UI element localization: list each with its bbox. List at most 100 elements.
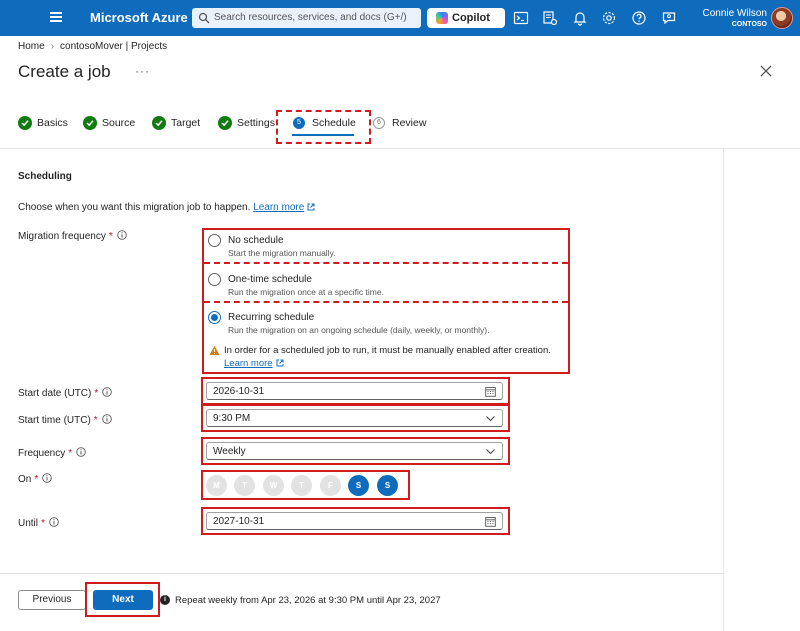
- on-label: On *: [18, 473, 53, 485]
- field-label-text: On: [18, 474, 32, 485]
- radio-button[interactable]: [208, 311, 221, 324]
- chevron-down-icon: [486, 449, 495, 455]
- search-input[interactable]: Search resources, services, and docs (G+…: [192, 8, 421, 28]
- previous-button[interactable]: Previous: [18, 590, 86, 610]
- intro-text: Choose when you want this migration job …: [18, 202, 315, 213]
- radio-description: Run the migration on an ongoing schedule…: [228, 325, 490, 335]
- radio-title: Recurring schedule: [228, 312, 315, 323]
- step-complete-icon: [18, 116, 32, 130]
- user-org[interactable]: CONTOSO: [696, 21, 767, 28]
- day-toggle-tuesday[interactable]: T: [234, 475, 255, 496]
- day-toggle-saturday[interactable]: S: [348, 475, 369, 496]
- start-date-field[interactable]: 2026-10-31: [206, 382, 503, 400]
- field-label-text: Start time (UTC): [18, 415, 91, 426]
- learn-more-link[interactable]: Learn more: [253, 202, 304, 213]
- step-complete-icon: [83, 116, 97, 130]
- learn-more-label: Learn more: [253, 202, 305, 213]
- menu-icon[interactable]: [50, 12, 62, 22]
- breadcrumb: Home › contosoMover | Projects: [18, 41, 167, 52]
- settings-icon[interactable]: [601, 10, 617, 26]
- external-link-icon: [307, 203, 315, 211]
- until-date-field[interactable]: 2027-10-31: [206, 512, 503, 530]
- cloud-shell-icon[interactable]: [513, 10, 529, 26]
- avatar[interactable]: [771, 7, 793, 29]
- field-label-text: Start date (UTC): [18, 388, 92, 399]
- start-time-dropdown[interactable]: 9:30 PM: [206, 409, 503, 427]
- radio-button[interactable]: [208, 234, 221, 247]
- warning-link-label: Learn more: [224, 358, 273, 369]
- step-number: 6: [373, 117, 385, 129]
- step-label: Settings: [237, 117, 275, 129]
- breadcrumb-separator: ›: [50, 41, 55, 52]
- divider: [0, 148, 800, 149]
- required-marker: *: [41, 518, 45, 529]
- step-label: Source: [102, 117, 136, 129]
- footer-divider: [0, 573, 723, 574]
- start-time-value: 9:30 PM: [213, 413, 251, 424]
- field-label-text: Migration frequency: [18, 231, 106, 242]
- step-label: Target: [171, 117, 201, 129]
- more-options-icon[interactable]: ···: [135, 64, 150, 78]
- radio-title: One-time schedule: [228, 274, 312, 285]
- step-label: Review: [392, 117, 427, 129]
- breadcrumb-home[interactable]: Home: [18, 41, 45, 52]
- info-icon[interactable]: [102, 387, 113, 397]
- day-toggle-wednesday[interactable]: W: [263, 475, 284, 496]
- warning-icon: [209, 345, 220, 355]
- frequency-dropdown[interactable]: Weekly: [206, 442, 503, 460]
- page-title: Create a job: [18, 62, 111, 81]
- highlight-box: [276, 110, 371, 144]
- info-icon[interactable]: [42, 473, 53, 483]
- top-bar: Microsoft Azure Search resources, servic…: [0, 0, 800, 36]
- next-button[interactable]: Next: [93, 590, 153, 610]
- info-icon[interactable]: [116, 230, 127, 240]
- required-marker: *: [68, 448, 73, 459]
- highlight-divider: [204, 262, 568, 264]
- directory-filter-icon[interactable]: [542, 10, 558, 26]
- copilot-button[interactable]: Copilot: [427, 8, 505, 28]
- copilot-label: Copilot: [452, 12, 490, 24]
- field-label-text: Frequency: [18, 448, 66, 459]
- intro-description: Choose when you want this migration job …: [18, 202, 251, 213]
- brand-title[interactable]: Microsoft Azure: [90, 10, 188, 25]
- section-title: Scheduling: [18, 171, 72, 182]
- info-icon[interactable]: [49, 517, 59, 527]
- info-icon[interactable]: [101, 414, 112, 424]
- user-name[interactable]: Connie Wilson: [696, 8, 767, 19]
- feedback-icon[interactable]: [661, 10, 677, 26]
- required-marker: *: [108, 231, 113, 242]
- highlight-divider: [204, 301, 568, 303]
- start-time-label: Start time (UTC) *: [18, 414, 112, 426]
- radio-description: Start the migration manually.: [228, 248, 336, 258]
- warning-learn-more-link[interactable]: Learn more: [224, 358, 284, 369]
- help-icon[interactable]: [631, 10, 647, 26]
- step-complete-icon: [152, 116, 166, 130]
- radio-button[interactable]: [208, 273, 221, 286]
- day-toggle-friday[interactable]: F: [320, 475, 341, 496]
- frequency-label: Frequency *: [18, 447, 86, 459]
- field-label-text: Until: [18, 518, 39, 529]
- until-value: 2027-10-31: [213, 516, 265, 527]
- day-toggle-sunday[interactable]: S: [377, 475, 398, 496]
- step-complete-icon: [218, 116, 232, 130]
- close-icon[interactable]: [759, 64, 773, 78]
- copilot-icon: [436, 12, 448, 24]
- until-label: Until *: [18, 517, 59, 529]
- start-date-label: Start date (UTC) *: [18, 387, 113, 399]
- search-placeholder: Search resources, services, and docs (G+…: [214, 12, 407, 23]
- day-toggle-monday[interactable]: M: [206, 475, 227, 496]
- breadcrumb-project[interactable]: contosoMover | Projects: [60, 41, 167, 52]
- day-toggle-thursday[interactable]: T: [291, 475, 312, 496]
- summary-text: Repeat weekly from Apr 23, 2026 at 9:30 …: [175, 595, 441, 606]
- chevron-down-icon: [486, 416, 495, 422]
- frequency-value: Weekly: [213, 446, 246, 457]
- required-marker: *: [93, 415, 98, 426]
- calendar-icon[interactable]: [485, 516, 496, 527]
- radio-title: No schedule: [228, 235, 284, 246]
- calendar-icon[interactable]: [485, 386, 496, 397]
- radio-description: Run the migration once at a specific tim…: [228, 287, 384, 297]
- panel-border: [723, 149, 724, 631]
- search-icon: [198, 12, 210, 24]
- info-icon[interactable]: [76, 447, 86, 457]
- notifications-icon[interactable]: [572, 10, 588, 26]
